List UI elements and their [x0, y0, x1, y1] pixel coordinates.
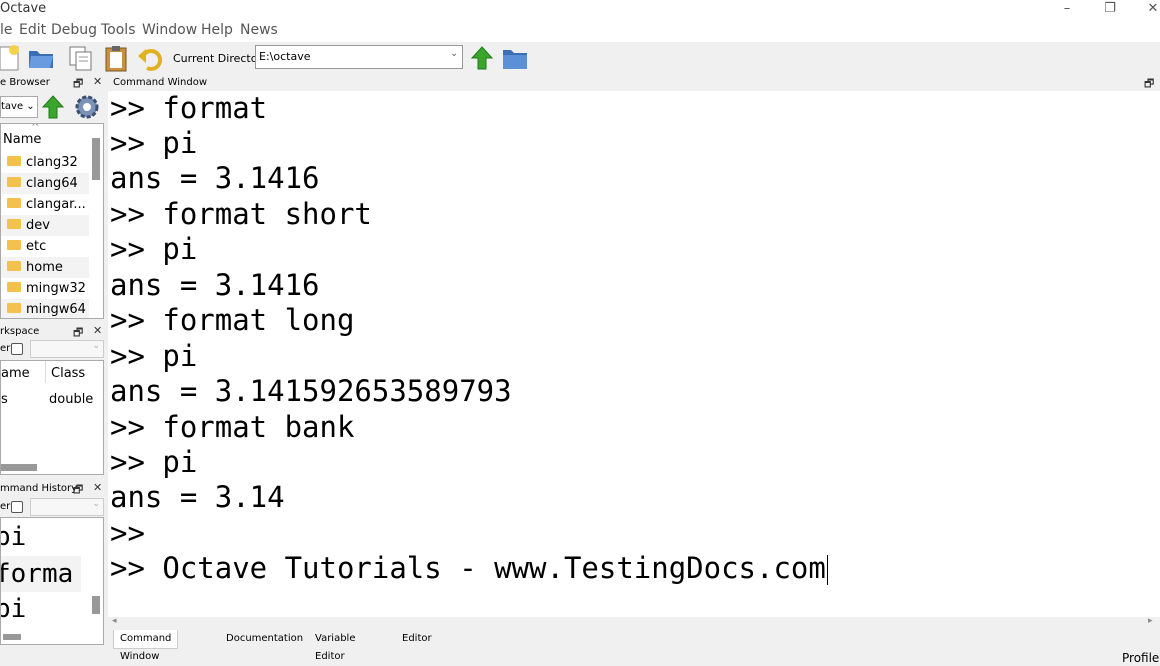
- new-script-icon[interactable]: [0, 44, 24, 72]
- workspace-table: ame Class s double: [0, 360, 104, 475]
- file-browser-title: e Browser: [0, 77, 50, 88]
- command-window-title: Command Window: [113, 77, 208, 88]
- command-history-list: pi forma pi: [0, 517, 104, 645]
- scroll-left-icon[interactable]: ◂: [112, 616, 117, 626]
- sort-caret-icon: ^: [31, 123, 40, 133]
- close-icon[interactable]: ✕: [93, 75, 102, 88]
- filter-select[interactable]: ⌄: [30, 498, 104, 516]
- menu-window[interactable]: Window: [142, 22, 197, 38]
- command-line: >> pi: [110, 445, 198, 479]
- workspace-class-header[interactable]: Class: [51, 366, 85, 381]
- file-browser-path-select[interactable]: tave ⌄: [0, 96, 38, 118]
- file-browser-list: Name ^ clang32 clang64 clangar... dev et…: [0, 123, 104, 319]
- command-line: >> pi: [110, 126, 198, 160]
- up-arrow-icon[interactable]: [41, 94, 65, 120]
- command-line: >> format bank: [110, 410, 355, 444]
- close-icon[interactable]: ✕: [93, 324, 102, 337]
- status-bar: [0, 650, 1160, 665]
- list-item[interactable]: clang64: [1, 173, 89, 194]
- folder-icon: [7, 155, 21, 166]
- title-bar: [0, 0, 1160, 20]
- browse-directory-icon[interactable]: [501, 44, 529, 72]
- parent-directory-icon[interactable]: [468, 44, 496, 72]
- minimize-button[interactable]: –: [1052, 0, 1082, 18]
- list-item[interactable]: home: [1, 257, 89, 278]
- current-directory-input[interactable]: E:\octave: [255, 45, 463, 69]
- folder-icon: [7, 197, 21, 208]
- folder-icon: [7, 302, 21, 313]
- tab-editor[interactable]: Editor: [396, 630, 438, 648]
- command-line: >> pi: [110, 339, 198, 373]
- folder-icon: [7, 218, 21, 229]
- history-item[interactable]: pi: [1, 591, 26, 627]
- command-line: >> pi: [110, 232, 198, 266]
- text-cursor: [826, 555, 828, 585]
- menu-file[interactable]: le: [0, 22, 13, 38]
- tab-documentation[interactable]: Documentation: [220, 630, 309, 648]
- command-line: >> format short: [110, 197, 372, 231]
- folder-icon: [7, 281, 21, 292]
- command-output: ans = 3.14: [110, 480, 285, 514]
- vertical-scrollbar[interactable]: [92, 138, 100, 180]
- profiler-status[interactable]: Profile: [1122, 651, 1159, 665]
- folder-icon: [7, 176, 21, 187]
- command-window-hscrollbar[interactable]: ◂ ▸: [108, 616, 1160, 629]
- copy-icon[interactable]: [67, 44, 95, 72]
- menu-help[interactable]: Help: [201, 22, 233, 38]
- chevron-down-icon[interactable]: ⌄: [450, 48, 458, 59]
- vertical-scrollbar[interactable]: [92, 596, 100, 614]
- command-prompt-line[interactable]: >> Octave Tutorials - www.TestingDocs.co…: [110, 551, 828, 586]
- folder-icon: [7, 260, 21, 271]
- menu-debug[interactable]: Debug: [51, 22, 97, 38]
- list-item[interactable]: clangar...: [1, 194, 89, 215]
- filter-select[interactable]: ⌄: [30, 340, 104, 358]
- filter-label: er: [0, 501, 11, 512]
- command-output: ans = 3.141592653589793: [110, 374, 512, 408]
- horizontal-scrollbar[interactable]: [3, 634, 21, 640]
- tab-command-window[interactable]: Command Window: [113, 630, 179, 662]
- workspace-var-class[interactable]: double: [49, 392, 93, 407]
- history-item[interactable]: pi: [1, 519, 26, 555]
- name-column-header[interactable]: Name: [3, 132, 41, 147]
- history-item[interactable]: forma: [1, 556, 81, 592]
- command-line: >>: [110, 516, 145, 550]
- menu-bar: le Edit Debug Tools Window Help News: [0, 20, 1160, 42]
- tab-variable-editor[interactable]: Variable Editor: [309, 630, 362, 662]
- open-folder-icon[interactable]: [27, 44, 55, 72]
- list-item[interactable]: clang32: [1, 152, 89, 173]
- command-output: ans = 3.1416: [110, 268, 320, 302]
- workspace-name-header[interactable]: ame: [1, 366, 30, 381]
- command-output: ans = 3.1416: [110, 161, 320, 195]
- workspace-var-name[interactable]: s: [1, 392, 8, 407]
- close-button[interactable]: ✕: [1138, 0, 1160, 18]
- window-title: Octave: [0, 1, 47, 16]
- command-window[interactable]: >> format >> pi ans = 3.1416 >> format s…: [108, 91, 1160, 618]
- menu-edit[interactable]: Edit: [19, 22, 46, 38]
- column-divider: [45, 361, 46, 383]
- list-item[interactable]: etc: [1, 236, 89, 257]
- menu-news[interactable]: News: [240, 22, 278, 38]
- filter-checkbox[interactable]: [11, 343, 23, 355]
- close-icon[interactable]: ✕: [93, 481, 102, 494]
- folder-icon: [7, 239, 21, 250]
- paste-icon[interactable]: [102, 44, 130, 72]
- restore-button[interactable]: ❐: [1095, 0, 1125, 18]
- filter-label: er: [0, 343, 11, 354]
- menu-tools[interactable]: Tools: [101, 22, 136, 38]
- horizontal-scrollbar[interactable]: [1, 464, 37, 471]
- scroll-right-icon[interactable]: ▸: [1148, 616, 1153, 626]
- command-line: >> format: [110, 91, 268, 125]
- list-item[interactable]: dev: [1, 215, 89, 236]
- gear-icon[interactable]: [72, 92, 104, 122]
- list-item[interactable]: mingw32: [1, 278, 89, 299]
- undo-icon[interactable]: [137, 44, 165, 72]
- command-line: >> format long: [110, 303, 355, 337]
- list-item[interactable]: mingw64: [1, 299, 89, 318]
- filter-checkbox[interactable]: [11, 501, 23, 513]
- workspace-title: rkspace: [0, 326, 40, 337]
- command-history-title: mmand History: [0, 483, 78, 494]
